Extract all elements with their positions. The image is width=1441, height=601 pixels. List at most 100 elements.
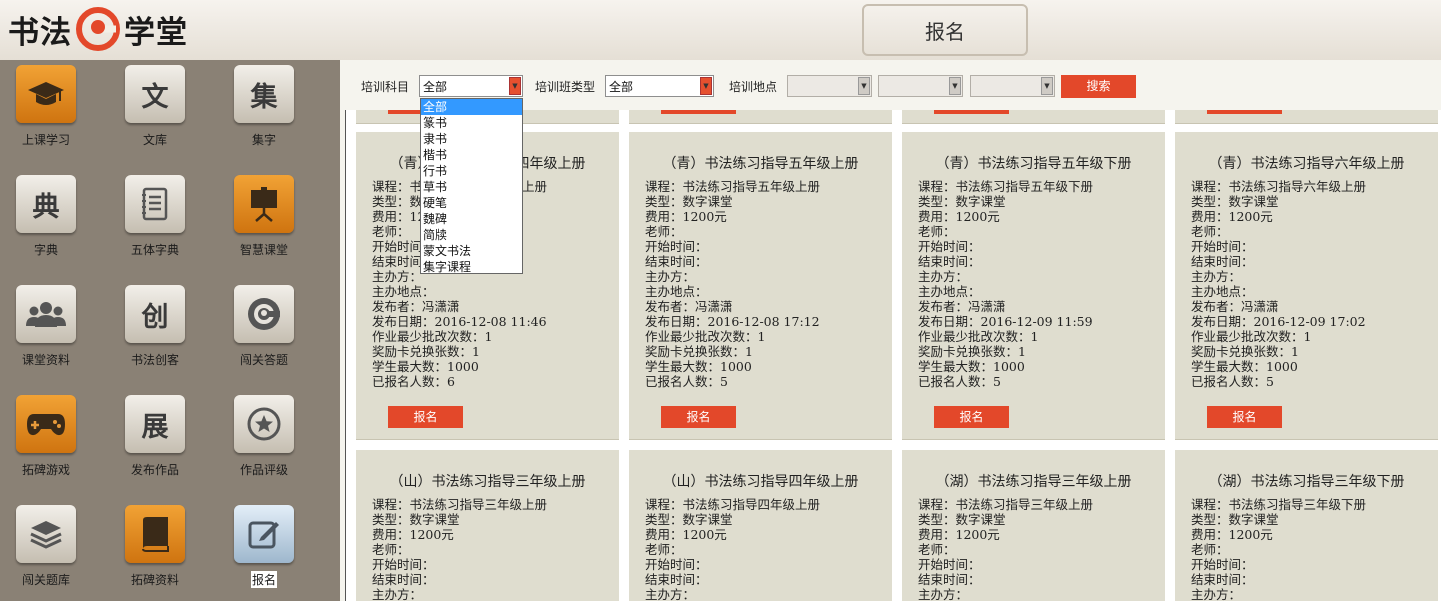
sidebar-tile-label: 作品评级	[239, 463, 288, 477]
location-city-select[interactable]: ▼	[878, 75, 963, 97]
location-province-select[interactable]: ▼	[787, 75, 872, 97]
zhan-character-icon[interactable]: 展	[125, 395, 185, 453]
sidebar-tile[interactable]: 上课学习	[0, 65, 96, 148]
ji-character-icon[interactable]: 集	[234, 65, 294, 123]
subject-option[interactable]: 楷书	[421, 147, 522, 163]
chevron-down-icon[interactable]: ▼	[949, 77, 961, 95]
sidebar: 上课学习文文库集集字典字典 五体字典 智慧课堂 课堂资料创书法创客 闯关答题 拓碑游戏展发…	[0, 60, 340, 601]
course-field: 老师：	[1191, 224, 1229, 239]
group-users-icon[interactable]	[16, 285, 76, 343]
sidebar-tile[interactable]: 拓碑游戏	[0, 395, 96, 478]
subject-select-value: 全部	[423, 80, 448, 94]
subject-label: 培训科目	[361, 80, 410, 94]
circular-logo-icon[interactable]	[234, 285, 294, 343]
sidebar-tile[interactable]: 展发布作品	[105, 395, 205, 478]
sidebar-tile-label: 书法创客	[130, 353, 179, 367]
stacked-layers-icon[interactable]	[16, 505, 76, 563]
course-card: （湖）书法练习指导三年级上册 课程：书法练习指导三年级上册 类型：数字课堂 费用：12…	[902, 450, 1165, 601]
chevron-down-icon[interactable]: ▼	[858, 77, 870, 95]
course-field: 费用：1200元	[645, 209, 727, 224]
sidebar-tile-label: 报名	[250, 571, 277, 588]
course-field: 老师：	[645, 224, 683, 239]
course-field: 结束时间：	[645, 572, 708, 587]
course-field: 结束时间：	[1191, 572, 1254, 587]
course-field: 费用：1200元	[372, 527, 454, 542]
book-icon[interactable]	[125, 505, 185, 563]
graduation-cap-icon[interactable]	[16, 65, 76, 123]
sidebar-tile[interactable]: 闯关答题	[214, 285, 314, 368]
sidebar-tile[interactable]: 集集字	[214, 65, 314, 148]
course-field: 主办方：	[918, 587, 969, 601]
chevron-down-icon[interactable]: ▼	[700, 77, 712, 95]
course-card-fields: 课程：书法练习指导五年级上册 类型：数字课堂 费用：1200元 老师： 开始时间： 结束时…	[645, 179, 820, 389]
subject-option[interactable]: 硬笔	[421, 195, 522, 211]
subject-dropdown-list[interactable]: 全部 篆书 隶书 楷书 行书 草书 硬笔 魏碑 简牍 蒙文书法 集字课程	[420, 98, 523, 274]
class-type-select[interactable]: 全部 ▼	[605, 75, 714, 97]
partial-signup-button[interactable]	[934, 110, 1009, 114]
course-field: 费用：1200元	[918, 527, 1000, 542]
subject-option[interactable]: 简牍	[421, 227, 522, 243]
subject-option[interactable]: 蒙文书法	[421, 243, 522, 259]
sidebar-tile[interactable]: 创书法创客	[105, 285, 205, 368]
subject-option[interactable]: 草书	[421, 179, 522, 195]
course-field: 费用：1200元	[1191, 527, 1273, 542]
course-card-fields: 课程：书法练习指导三年级上册 类型：数字课堂 费用：1200元 老师： 开始时间： 结束时…	[372, 497, 547, 601]
course-field: 主办方：	[1191, 269, 1242, 284]
notebook-icon[interactable]	[125, 175, 185, 233]
search-button[interactable]: 搜索	[1061, 75, 1136, 98]
sidebar-tile[interactable]: 报名	[214, 505, 314, 588]
course-field: 主办方：	[645, 587, 696, 601]
subject-option[interactable]: 行书	[421, 163, 522, 179]
signup-button[interactable]: 报名	[934, 406, 1009, 428]
course-field: 学生最大数：1000	[372, 359, 479, 374]
subject-select[interactable]: 全部 ▼	[419, 75, 523, 97]
course-field: 发布日期：2016-12-09 17:02	[1191, 314, 1366, 329]
sidebar-tile-label: 拓碑游戏	[21, 463, 70, 477]
sidebar-tile[interactable]: 智慧课堂	[214, 175, 314, 258]
dian-character-icon[interactable]: 典	[16, 175, 76, 233]
course-field: 主办地点：	[645, 284, 708, 299]
sidebar-tile[interactable]: 典字典	[0, 175, 96, 258]
signup-button[interactable]: 报名	[661, 406, 736, 428]
sidebar-tile[interactable]: 闯关题库	[0, 505, 96, 588]
location-district-select[interactable]: ▼	[970, 75, 1055, 97]
signup-button[interactable]: 报名	[388, 406, 463, 428]
partial-signup-button[interactable]	[661, 110, 736, 114]
class-type-label: 培训班类型	[535, 80, 596, 94]
tile-glyph: 创	[141, 301, 169, 333]
chuang-character-icon[interactable]: 创	[125, 285, 185, 343]
subject-option[interactable]: 全部	[421, 99, 522, 115]
sidebar-tile-label: 闯关题库	[21, 573, 70, 587]
sidebar-tile[interactable]: 五体字典	[105, 175, 205, 258]
sidebar-tile[interactable]: 文文库	[105, 65, 205, 148]
course-field: 已报名人数：5	[1191, 374, 1274, 389]
gamepad-icon[interactable]	[16, 395, 76, 453]
sidebar-tile[interactable]: 课堂资料	[0, 285, 96, 368]
course-field: 开始时间：	[1191, 239, 1254, 254]
app-logo[interactable]: 书法 学堂	[8, 4, 188, 54]
course-field: 开始时间：	[645, 557, 708, 572]
course-field: 主办地点：	[1191, 284, 1254, 299]
signup-button[interactable]: 报名	[1207, 406, 1282, 428]
course-field: 结束时间：	[918, 254, 981, 269]
sidebar-tile[interactable]: 拓碑资料	[105, 505, 205, 588]
chevron-down-icon[interactable]: ▼	[509, 77, 521, 95]
presentation-easel-icon[interactable]	[234, 175, 294, 233]
subject-option[interactable]: 魏碑	[421, 211, 522, 227]
course-field: 类型：数字课堂	[1191, 194, 1279, 209]
course-field: 课程：书法练习指导六年级上册	[1191, 179, 1367, 194]
chevron-down-icon[interactable]: ▼	[1041, 77, 1053, 95]
course-field: 发布日期：2016-12-09 11:59	[918, 314, 1093, 329]
course-field: 结束时间：	[645, 254, 708, 269]
course-field: 类型：数字课堂	[372, 512, 460, 527]
subject-option[interactable]: 隶书	[421, 131, 522, 147]
wen-character-icon[interactable]: 文	[125, 65, 185, 123]
star-badge-icon[interactable]	[234, 395, 294, 453]
sidebar-tile[interactable]: 作品评级	[214, 395, 314, 478]
subject-option[interactable]: 集字课程	[421, 259, 522, 275]
edit-pencil-icon[interactable]	[234, 505, 294, 563]
course-card-title: （山）书法练习指导四年级上册	[662, 474, 859, 490]
subject-option[interactable]: 篆书	[421, 115, 522, 131]
course-field: 主办地点：	[918, 284, 981, 299]
partial-signup-button[interactable]	[1207, 110, 1282, 114]
